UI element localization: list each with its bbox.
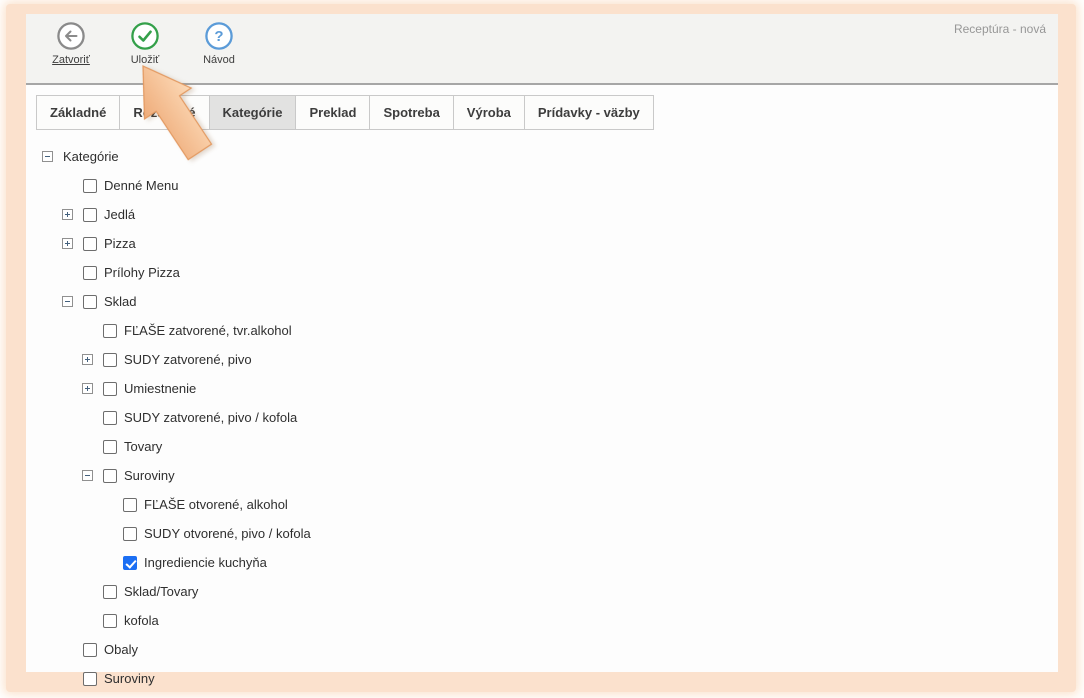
- checkbox[interactable]: [83, 643, 97, 657]
- tree-item: Umiestnenie: [26, 374, 1058, 403]
- close-button[interactable]: Zatvoriť: [42, 21, 100, 66]
- tree-item-label[interactable]: Sklad/Tovary: [124, 584, 198, 599]
- back-arrow-icon: [56, 21, 86, 51]
- tree-item-label[interactable]: SUDY zatvorené, pivo / kofola: [124, 410, 297, 425]
- expand-plus-icon[interactable]: [82, 354, 93, 365]
- checkbox-checked[interactable]: [123, 556, 137, 570]
- tree-item-label[interactable]: Sklad: [104, 294, 137, 309]
- tree-item-label[interactable]: Jedlá: [104, 207, 135, 222]
- tree-item: SUDY otvorené, pivo / kofola: [26, 519, 1058, 548]
- tree-item: Ingrediencie kuchyňa: [26, 548, 1058, 577]
- tab-základné[interactable]: Základné: [36, 95, 120, 130]
- tree-item-label[interactable]: FĽAŠE otvorené, alkohol: [144, 497, 288, 512]
- checkbox[interactable]: [103, 585, 117, 599]
- toolbar-buttons: Zatvoriť Uložiť ? Návod: [42, 21, 248, 66]
- question-circle-icon: ?: [204, 21, 234, 51]
- tree-item-label[interactable]: Suroviny: [124, 468, 175, 483]
- collapse-minus-icon[interactable]: [62, 296, 73, 307]
- svg-text:?: ?: [214, 28, 223, 45]
- help-button[interactable]: ? Návod: [190, 21, 248, 66]
- tree-item-label[interactable]: Umiestnenie: [124, 381, 196, 396]
- tree-item: Suroviny: [26, 664, 1058, 693]
- tree-item: FĽAŠE otvorené, alkohol: [26, 490, 1058, 519]
- tree-item: Sklad: [26, 287, 1058, 316]
- tab-preklad[interactable]: Preklad: [295, 95, 370, 130]
- app-window: Zatvoriť Uložiť ?Návod Receptúra - nová …: [26, 14, 1058, 672]
- expand-plus-icon[interactable]: [82, 383, 93, 394]
- tree-item: Denné Menu: [26, 171, 1058, 200]
- tree-item-label[interactable]: Ingrediencie kuchyňa: [144, 555, 267, 570]
- checkbox[interactable]: [103, 614, 117, 628]
- category-tree: Kategórie Denné Menu Jedlá Pizza Prílohy Piz…: [26, 142, 1058, 693]
- tree-item-label[interactable]: SUDY zatvorené, pivo: [124, 352, 252, 367]
- checkbox[interactable]: [103, 324, 117, 338]
- checkbox[interactable]: [83, 208, 97, 222]
- checkbox[interactable]: [103, 440, 117, 454]
- tree-item-label[interactable]: Obaly: [104, 642, 138, 657]
- tree-item: Jedlá: [26, 200, 1058, 229]
- page-title: Receptúra - nová: [954, 22, 1046, 36]
- tree-item: Suroviny: [26, 461, 1058, 490]
- tab-výroba[interactable]: Výroba: [453, 95, 525, 130]
- tab-bar: ZákladnéRozšírenéKategóriePrekladSpotreb…: [36, 95, 1058, 130]
- checkbox[interactable]: [103, 353, 117, 367]
- tree-item-label[interactable]: Suroviny: [104, 671, 155, 686]
- tree-item: Obaly: [26, 635, 1058, 664]
- expand-plus-icon[interactable]: [62, 209, 73, 220]
- tree-item: FĽAŠE zatvorené, tvr.alkohol: [26, 316, 1058, 345]
- save-button[interactable]: Uložiť: [116, 21, 174, 66]
- tree-item-label[interactable]: FĽAŠE zatvorené, tvr.alkohol: [124, 323, 292, 338]
- tree-item: kofola: [26, 606, 1058, 635]
- tab-prídavky-väzby[interactable]: Prídavky - väzby: [524, 95, 654, 130]
- check-circle-icon: [130, 21, 160, 51]
- checkbox[interactable]: [83, 672, 97, 686]
- tree-item-label[interactable]: Kategórie: [63, 149, 119, 164]
- toolbar: Zatvoriť Uložiť ? Návod Receptúra - nová: [26, 14, 1058, 85]
- checkbox[interactable]: [123, 498, 137, 512]
- tree-item-label[interactable]: Pizza: [104, 236, 136, 251]
- checkbox[interactable]: [123, 527, 137, 541]
- checkbox[interactable]: [103, 469, 117, 483]
- tree-item-label[interactable]: Denné Menu: [104, 178, 178, 193]
- checkbox[interactable]: [103, 382, 117, 396]
- checkbox[interactable]: [83, 266, 97, 280]
- tab-rozšírené[interactable]: Rozšírené: [119, 95, 209, 130]
- tree-item-label[interactable]: Prílohy Pizza: [104, 265, 180, 280]
- tree-item-label[interactable]: Tovary: [124, 439, 162, 454]
- checkbox[interactable]: [83, 237, 97, 251]
- tree-item: Sklad/Tovary: [26, 577, 1058, 606]
- tree-item: Pizza: [26, 229, 1058, 258]
- checkbox[interactable]: [103, 411, 117, 425]
- tab-kategórie[interactable]: Kategórie: [209, 95, 297, 130]
- collapse-minus-icon[interactable]: [42, 151, 53, 162]
- tree-item: SUDY zatvorené, pivo / kofola: [26, 403, 1058, 432]
- tree-item-label[interactable]: kofola: [124, 613, 159, 628]
- tab-spotreba[interactable]: Spotreba: [369, 95, 453, 130]
- help-button-label: Návod: [203, 54, 235, 66]
- tree-item: SUDY zatvorené, pivo: [26, 345, 1058, 374]
- tree-item: Tovary: [26, 432, 1058, 461]
- tree-item-label[interactable]: SUDY otvorené, pivo / kofola: [144, 526, 311, 541]
- collapse-minus-icon[interactable]: [82, 470, 93, 481]
- checkbox[interactable]: [83, 179, 97, 193]
- tree-item: Kategórie: [26, 142, 1058, 171]
- close-button-label: Zatvoriť: [52, 54, 90, 66]
- checkbox[interactable]: [83, 295, 97, 309]
- expand-plus-icon[interactable]: [62, 238, 73, 249]
- tree-item: Prílohy Pizza: [26, 258, 1058, 287]
- save-button-label: Uložiť: [131, 54, 160, 66]
